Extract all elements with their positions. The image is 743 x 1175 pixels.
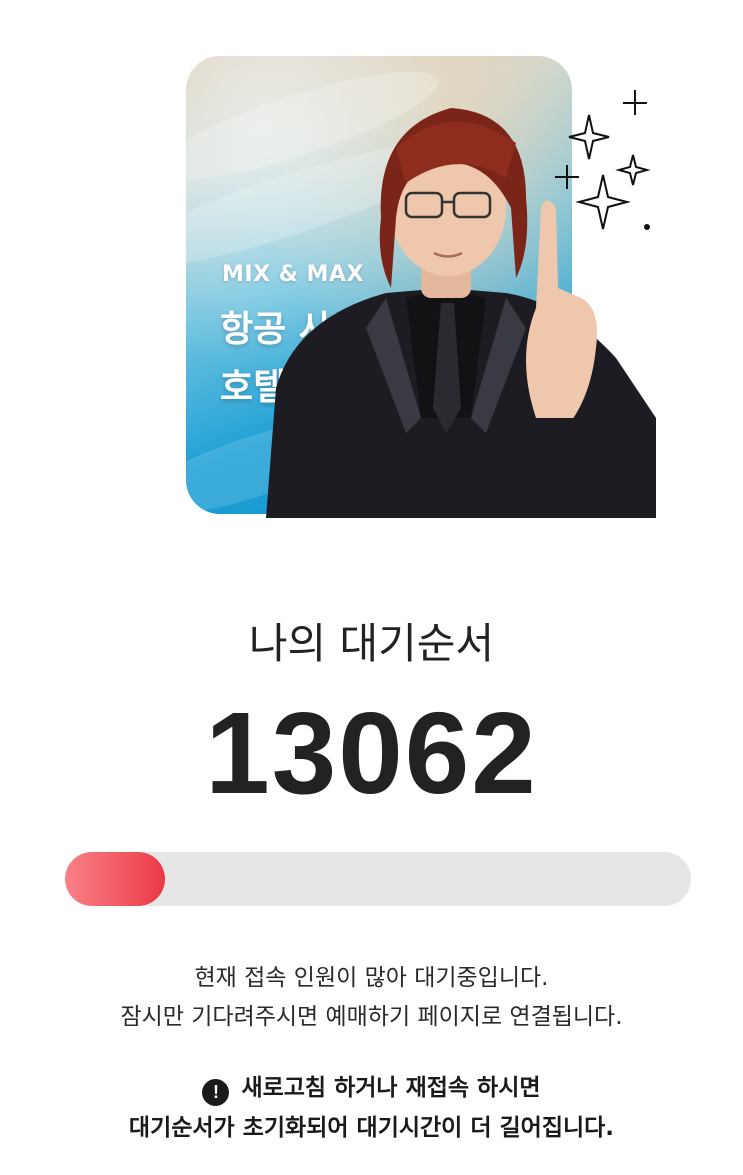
sparkle-icons [555, 90, 651, 230]
notice-line-1: 현재 접속 인원이 많아 대기중입니다. [194, 965, 549, 991]
warning-text-1: 새로고침 하거나 재접속 하시면 [241, 1075, 541, 1101]
warning-line-1: ! 새로고침 하거나 재접속 하시면 [0, 1068, 743, 1106]
exclamation-circle-icon: ! [202, 1079, 230, 1106]
queue-label: 나의 대기순서 [248, 619, 495, 668]
queue-number: 13062 [205, 688, 538, 818]
queue-progress-fill [65, 852, 166, 906]
queue-progress-bar [65, 852, 691, 906]
warning-line-2: 대기순서가 초기화되어 대기시간이 더 길어집니다. [128, 1115, 615, 1141]
notice-line-2: 잠시만 기다려주시면 예매하기 페이지로 연결됩니다. [120, 1004, 623, 1030]
